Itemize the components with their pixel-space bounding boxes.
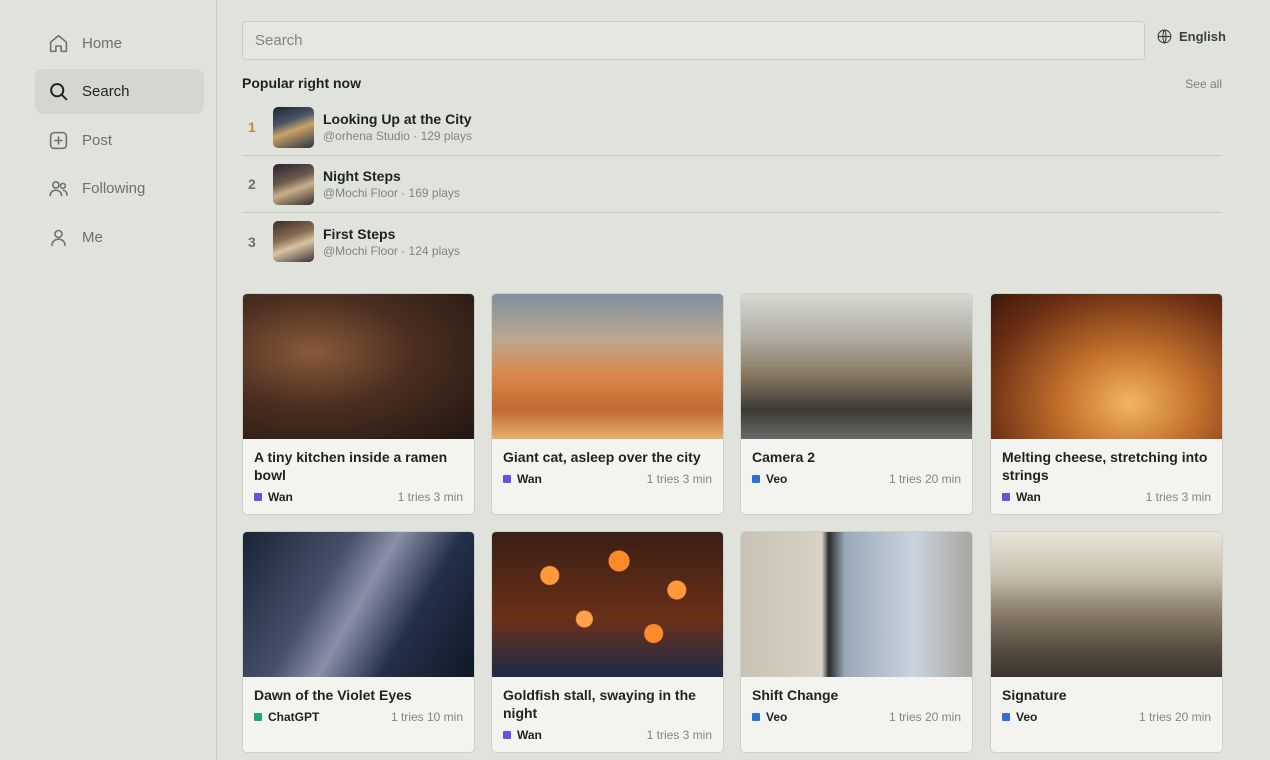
section-title: Popular right now — [242, 75, 361, 91]
user-icon — [47, 227, 69, 249]
item-title: Looking Up at the City — [323, 111, 472, 127]
card-image — [991, 532, 1222, 677]
model-color-dot — [503, 731, 511, 739]
see-all-link[interactable]: See all — [1185, 77, 1222, 91]
popular-item[interactable]: 1 Looking Up at the City @orhena Studio … — [242, 99, 1222, 156]
card-image — [492, 532, 723, 677]
sidebar-item-following[interactable]: Following — [35, 166, 204, 211]
popular-item[interactable]: 3 First Steps @Mochi Floor · 124 plays — [242, 213, 1222, 270]
item-title: First Steps — [323, 225, 396, 242]
card-title: Melting cheese, stretching into strings — [1002, 449, 1208, 483]
rank-number: 1 — [248, 119, 256, 135]
video-card[interactable]: Giant cat, asleep over the city Wan 1 tr… — [491, 293, 724, 515]
plus-square-icon — [47, 130, 69, 152]
card-image — [741, 294, 972, 439]
model-color-dot — [1002, 493, 1010, 501]
item-author: @Mochi Floor — [323, 186, 398, 200]
card-meta: 1 tries 20 min — [888, 710, 961, 724]
thumbnail — [273, 221, 314, 262]
card-title: Shift Change — [752, 687, 839, 703]
thumbnail — [273, 163, 314, 205]
video-card[interactable]: Shift Change Veo 1 tries 20 min — [740, 531, 973, 753]
sidebar-item-label: Search — [82, 83, 130, 100]
video-card[interactable]: Camera 2 Veo 1 tries 20 min — [740, 293, 973, 515]
model-color-dot — [254, 493, 262, 501]
item-author: @Mochi Floor — [323, 243, 398, 258]
model-name: Wan — [517, 472, 542, 486]
card-meta: 1 tries 3 min — [397, 490, 463, 504]
sidebar: Home Search Post Following Me — [0, 0, 217, 760]
card-title: Goldfish stall, swaying in the night — [503, 687, 696, 721]
model-color-dot — [1002, 713, 1010, 721]
sidebar-item-search[interactable]: Search — [35, 69, 204, 114]
video-card[interactable]: A tiny kitchen inside a ramen bowl Wan 1… — [242, 293, 475, 515]
search-icon — [47, 81, 69, 103]
card-title: A tiny kitchen inside a ramen bowl — [254, 449, 448, 483]
sidebar-item-me[interactable]: Me — [35, 215, 204, 260]
model-name: Veo — [1016, 710, 1038, 724]
card-image — [243, 294, 474, 439]
language-selector[interactable]: English — [1156, 28, 1226, 45]
item-author: @orhena Studio — [323, 129, 410, 143]
sidebar-item-label: Home — [82, 35, 123, 52]
card-meta: 1 tries 3 min — [646, 472, 712, 486]
model-color-dot — [254, 713, 262, 721]
sidebar-item-home[interactable]: Home — [35, 21, 204, 66]
item-plays: 124 plays — [408, 243, 460, 258]
card-image — [741, 532, 972, 677]
search-input[interactable] — [242, 21, 1145, 60]
model-color-dot — [503, 475, 511, 483]
home-icon — [47, 33, 69, 55]
language-label: English — [1179, 29, 1226, 44]
model-color-dot — [752, 713, 760, 721]
rank-number: 3 — [248, 233, 256, 250]
item-plays: 169 plays — [408, 186, 460, 200]
card-meta: 1 tries 10 min — [390, 710, 463, 724]
model-name: Veo — [766, 710, 788, 724]
model-name: Wan — [1016, 490, 1041, 504]
card-meta: 1 tries 20 min — [1138, 710, 1211, 724]
model-name: Wan — [268, 490, 293, 504]
popular-item[interactable]: 2 Night Steps @Mochi Floor · 169 plays — [242, 156, 1222, 213]
card-meta: 1 tries 3 min — [646, 728, 712, 742]
item-plays: 129 plays — [420, 129, 472, 143]
card-title: Giant cat, asleep over the city — [503, 449, 701, 465]
thumbnail — [273, 106, 314, 148]
model-color-dot — [752, 475, 760, 483]
card-meta: 1 tries 3 min — [1145, 490, 1211, 504]
card-title: Dawn of the Violet Eyes — [254, 687, 412, 703]
model-name: Wan — [517, 728, 542, 742]
video-card[interactable]: Melting cheese, stretching into strings … — [990, 293, 1223, 515]
card-title: Signature — [1002, 687, 1067, 703]
sidebar-item-label: Following — [82, 180, 146, 197]
users-icon — [47, 178, 69, 200]
globe-icon — [1157, 29, 1172, 44]
sidebar-item-label: Me — [82, 229, 103, 246]
card-image — [492, 294, 723, 439]
card-meta: 1 tries 20 min — [888, 472, 961, 486]
item-title: Night Steps — [323, 168, 401, 184]
video-card[interactable]: Signature Veo 1 tries 20 min — [990, 531, 1223, 753]
model-name: Veo — [766, 472, 788, 486]
rank-number: 2 — [248, 176, 256, 192]
video-card[interactable]: Goldfish stall, swaying in the night Wan… — [491, 531, 724, 753]
card-title: Camera 2 — [752, 449, 816, 465]
sidebar-item-post[interactable]: Post — [35, 118, 204, 163]
model-name: ChatGPT — [268, 710, 320, 724]
sidebar-item-label: Post — [82, 132, 113, 149]
card-image — [991, 294, 1222, 439]
card-image — [243, 532, 474, 677]
video-card[interactable]: Dawn of the Violet Eyes ChatGPT 1 tries … — [242, 531, 475, 753]
